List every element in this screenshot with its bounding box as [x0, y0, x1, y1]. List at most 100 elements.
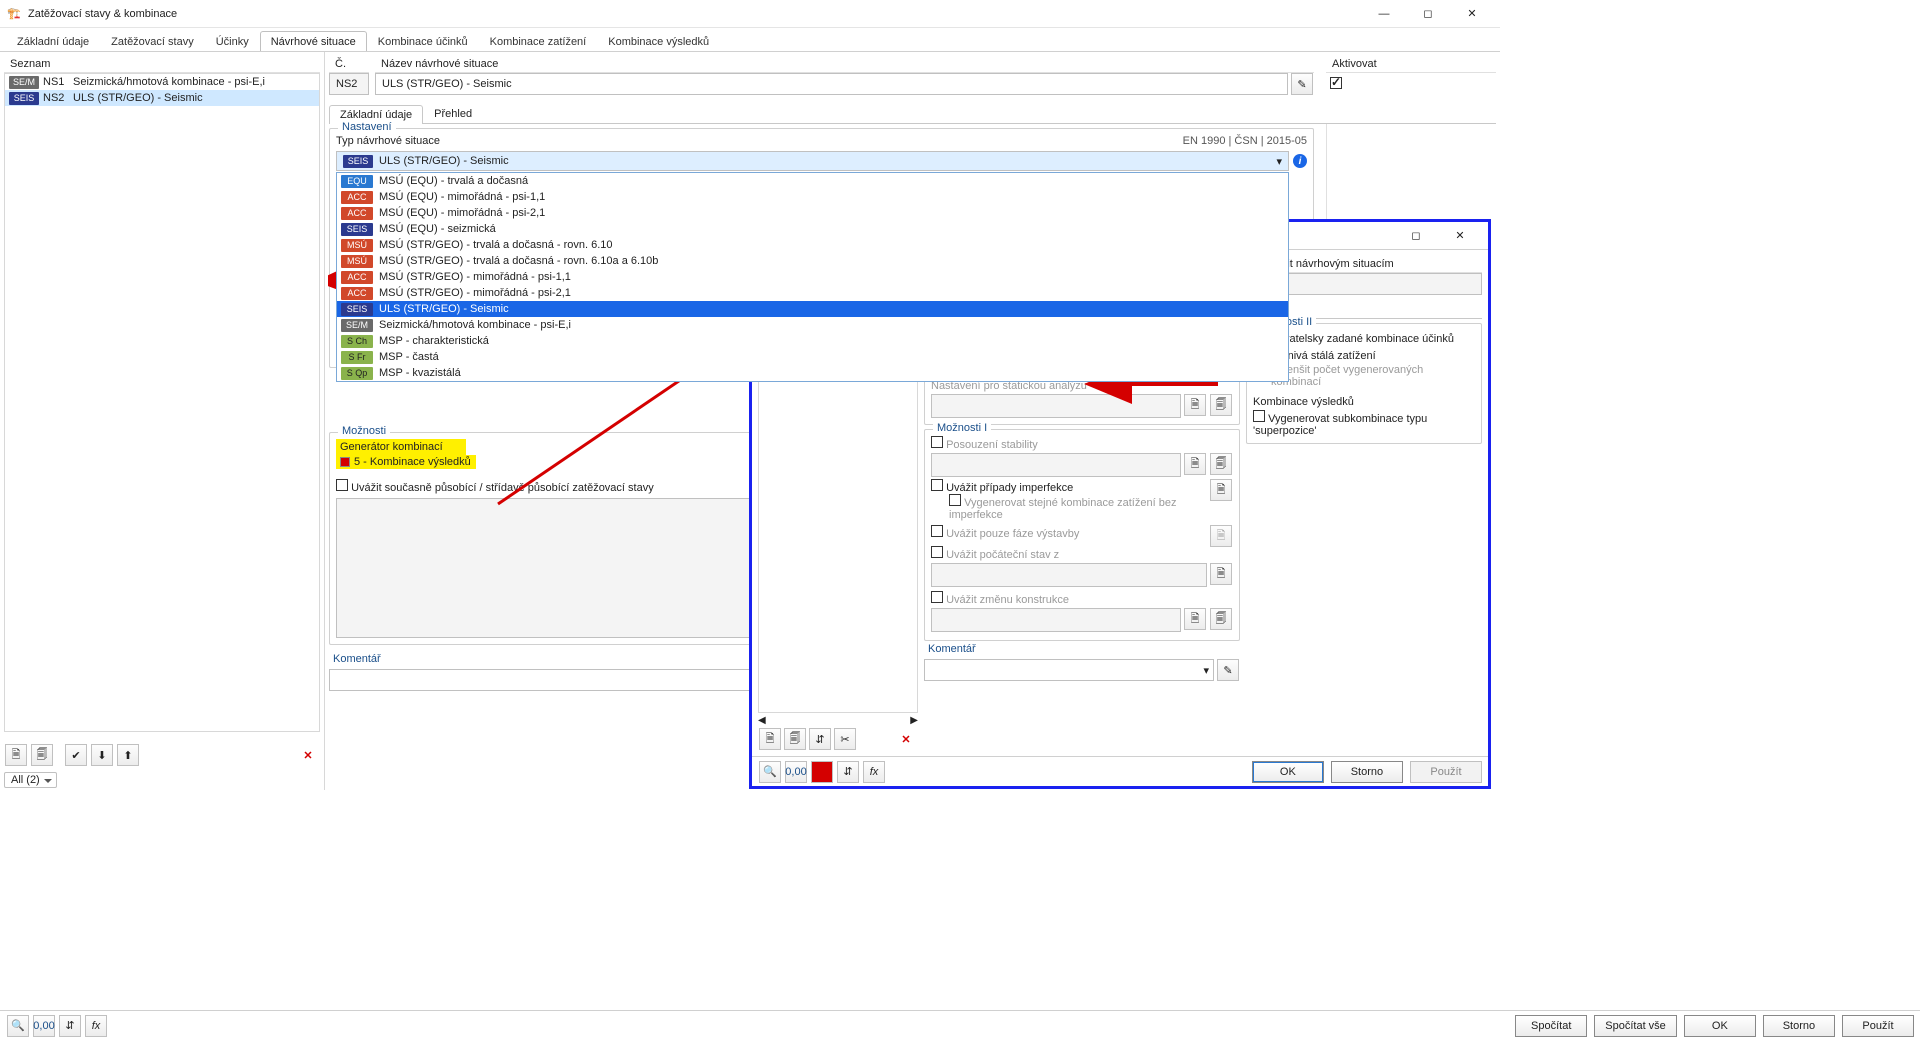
- dlg-static-btn2[interactable]: 🗐: [1210, 394, 1232, 416]
- structchange-btn1[interactable]: 🗎: [1184, 608, 1206, 630]
- type-option-6[interactable]: ACCMSÚ (STR/GEO) - mimořádná - psi-1,1: [337, 269, 1288, 285]
- info-icon[interactable]: i: [1293, 154, 1307, 168]
- window-title: Zatěžovací stavy & kombinace: [28, 8, 1362, 20]
- btn-storno[interactable]: Storno: [1763, 1015, 1835, 1037]
- app-icon: 🏗️: [6, 6, 22, 22]
- left-row-0[interactable]: SE/MNS1Seizmická/hmotová kombinace - psi…: [5, 74, 319, 90]
- dlg-btn-storno[interactable]: Storno: [1331, 761, 1403, 783]
- dlg-static-btn1[interactable]: 🗎: [1184, 394, 1206, 416]
- cb-initstate-label: Uvážit počáteční stav z: [946, 549, 1059, 561]
- main-tab-0[interactable]: Základní údaje: [6, 31, 100, 51]
- dlg-footer-tree[interactable]: ⇵: [837, 761, 859, 783]
- type-label: Typ návrhové situace: [336, 135, 440, 147]
- imperf-btn[interactable]: 🗎: [1210, 479, 1232, 501]
- type-option-1[interactable]: ACCMSÚ (EQU) - mimořádná - psi-1,1: [337, 189, 1288, 205]
- stab-btn2[interactable]: 🗐: [1210, 453, 1232, 475]
- footer: 🔍 0,00 ⇵ fx Spočítat Spočítat vše OK Sto…: [0, 1010, 1920, 1040]
- type-code: EN 1990 | ČSN | 2015-05: [1183, 135, 1307, 147]
- settings-group: Nastavení Typ návrhové situace EN 1990 |…: [329, 128, 1314, 368]
- new-item-button[interactable]: 🗎: [5, 744, 27, 766]
- edit-name-button[interactable]: ✎: [1291, 73, 1313, 95]
- name-input[interactable]: ULS (STR/GEO) - Seismic: [375, 73, 1288, 95]
- main-tabs: Základní údajeZatěžovací stavyÚčinkyNávr…: [0, 28, 1500, 52]
- structchange-field: [931, 608, 1181, 632]
- left-toolbar: 🗎 🗐 ✔ ⬇ ⬆: [4, 744, 142, 766]
- window-close-button[interactable]: ✕: [1450, 0, 1494, 28]
- cb-imperfection[interactable]: [931, 479, 943, 491]
- dlg-copy-button[interactable]: 🗐: [784, 728, 806, 750]
- concurrent-checkbox[interactable]: [336, 479, 348, 491]
- stab-btn1[interactable]: 🗎: [1184, 453, 1206, 475]
- cb-superpos[interactable]: [1253, 410, 1265, 422]
- activate-checkbox[interactable]: [1330, 77, 1342, 89]
- main-tab-3[interactable]: Návrhové situace: [260, 31, 367, 51]
- col-c-header: Č.: [329, 56, 369, 73]
- cb-stability: [931, 436, 943, 448]
- copy-item-button[interactable]: 🗐: [31, 744, 53, 766]
- dlg-static-field: [931, 394, 1181, 418]
- cb-imperf-sub-label: Vygenerovat stejné kombinace zatížení be…: [949, 497, 1176, 521]
- mid-subtab-1[interactable]: Přehled: [423, 104, 483, 123]
- type-dropdown[interactable]: SEIS ULS (STR/GEO) - Seismic ▾ EQUMSÚ (E…: [336, 151, 1289, 171]
- dlg-footer-units[interactable]: 0,00: [785, 761, 807, 783]
- main-tab-2[interactable]: Účinky: [205, 31, 260, 51]
- type-option-11[interactable]: S FrMSP - častá: [337, 349, 1288, 365]
- dlg-btn-ok[interactable]: OK: [1252, 761, 1324, 783]
- left-row-1[interactable]: SEISNS2ULS (STR/GEO) - Seismic: [5, 90, 319, 106]
- type-option-4[interactable]: MSÚMSÚ (STR/GEO) - trvalá a dočasná - ro…: [337, 237, 1288, 253]
- type-option-2[interactable]: ACCMSÚ (EQU) - mimořádná - psi-2,1: [337, 205, 1288, 221]
- window-minimize-button[interactable]: —: [1362, 0, 1406, 28]
- main-tab-4[interactable]: Kombinace účinků: [367, 31, 479, 51]
- num-input[interactable]: NS2: [329, 73, 369, 95]
- btn-spocitat-vse[interactable]: Spočítat vše: [1594, 1015, 1677, 1037]
- mid-subtabs: Základní údajePřehled: [329, 104, 1496, 124]
- structchange-btn2[interactable]: 🗐: [1210, 608, 1232, 630]
- dlg-action1-button[interactable]: ⇵: [809, 728, 831, 750]
- footer-fx-button[interactable]: fx: [85, 1015, 107, 1037]
- activate-header: Aktivovat: [1326, 56, 1496, 73]
- action-2-button[interactable]: ⬇: [91, 744, 113, 766]
- footer-search-button[interactable]: 🔍: [7, 1015, 29, 1037]
- dlg-action2-button[interactable]: ✂: [834, 728, 856, 750]
- action-3-button[interactable]: ⬆: [117, 744, 139, 766]
- type-dropdown-list[interactable]: EQUMSÚ (EQU) - trvalá a dočasnáACCMSÚ (E…: [336, 172, 1289, 382]
- cb-phases: [931, 525, 943, 537]
- dlg-footer-search[interactable]: 🔍: [759, 761, 781, 783]
- generator-entry-text: 5 - Kombinace výsledků: [354, 456, 471, 468]
- type-option-0[interactable]: EQUMSÚ (EQU) - trvalá a dočasná: [337, 173, 1288, 189]
- delete-button[interactable]: ✕: [297, 744, 319, 766]
- main-tab-1[interactable]: Zatěžovací stavy: [100, 31, 205, 51]
- initstate-btn[interactable]: 🗎: [1210, 563, 1232, 585]
- main-tab-5[interactable]: Kombinace zatížení: [479, 31, 598, 51]
- dlg-footer-fx[interactable]: fx: [863, 761, 885, 783]
- btn-ok[interactable]: OK: [1684, 1015, 1756, 1037]
- settings-title: Nastavení: [338, 121, 396, 133]
- dlg-comment-edit-button[interactable]: ✎: [1217, 659, 1239, 681]
- type-option-12[interactable]: S QpMSP - kvazistálá: [337, 365, 1288, 381]
- type-option-5[interactable]: MSÚMSÚ (STR/GEO) - trvalá a dočasná - ro…: [337, 253, 1288, 269]
- dlg-comment-input[interactable]: ▾: [924, 659, 1214, 681]
- dlg-maximize-button[interactable]: ◻: [1394, 222, 1438, 250]
- generator-color-swatch: [340, 457, 350, 467]
- footer-tree-button[interactable]: ⇵: [59, 1015, 81, 1037]
- type-option-7[interactable]: ACCMSÚ (STR/GEO) - mimořádná - psi-2,1: [337, 285, 1288, 301]
- filter-dropdown[interactable]: All (2): [4, 772, 57, 788]
- dlg-close-button[interactable]: ✕: [1438, 222, 1482, 250]
- type-option-3[interactable]: SEISMSÚ (EQU) - seizmická: [337, 221, 1288, 237]
- type-option-9[interactable]: SE/MSeizmická/hmotová kombinace - psi-E,…: [337, 317, 1288, 333]
- dlg-delete-button[interactable]: ✕: [895, 728, 917, 750]
- type-option-8[interactable]: SEISULS (STR/GEO) - Seismic: [337, 301, 1288, 317]
- btn-spocitat[interactable]: Spočítat: [1515, 1015, 1587, 1037]
- dlg-footer-color[interactable]: [811, 761, 833, 783]
- btn-pouzit[interactable]: Použít: [1842, 1015, 1914, 1037]
- left-situations-list[interactable]: SE/MNS1Seizmická/hmotová kombinace - psi…: [4, 73, 320, 732]
- window-maximize-button[interactable]: ◻: [1406, 0, 1450, 28]
- dlg-btn-pouzit[interactable]: Použít: [1410, 761, 1482, 783]
- footer-units-button[interactable]: 0,00: [33, 1015, 55, 1037]
- dlg-new-button[interactable]: 🗎: [759, 728, 781, 750]
- generator-entry[interactable]: 5 - Kombinace výsledků: [336, 455, 476, 469]
- phases-btn[interactable]: 🗎: [1210, 525, 1232, 547]
- main-tab-6[interactable]: Kombinace výsledků: [597, 31, 720, 51]
- action-1-button[interactable]: ✔: [65, 744, 87, 766]
- type-option-10[interactable]: S ChMSP - charakteristická: [337, 333, 1288, 349]
